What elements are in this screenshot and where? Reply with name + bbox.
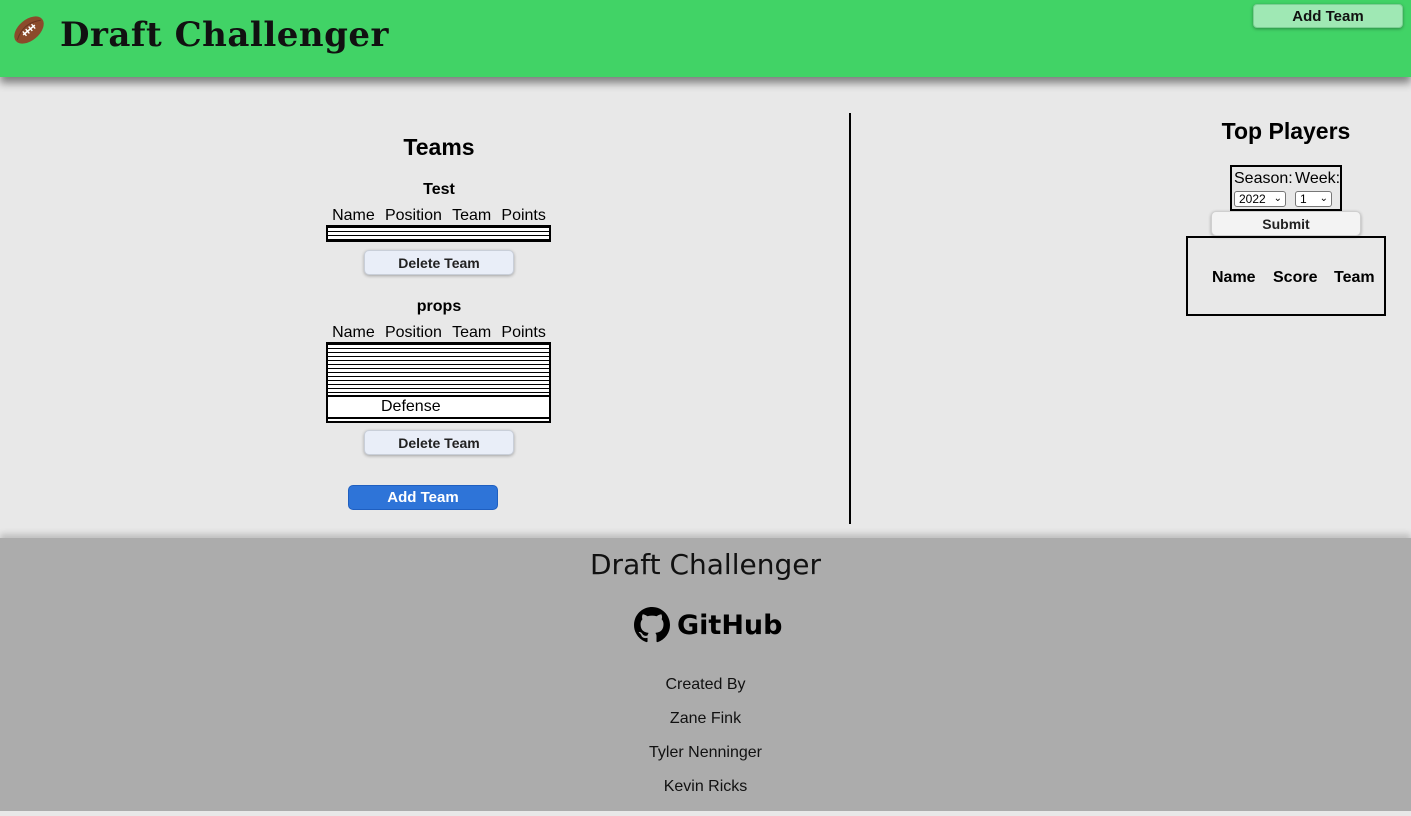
submit-button[interactable]: Submit — [1211, 211, 1361, 236]
top-players-heading: Top Players — [1221, 118, 1351, 144]
season-week-filter: Season: Week: 2022 ⌄ 1 ⌄ — [1230, 165, 1342, 211]
column-header-team: Team — [452, 207, 492, 224]
header-add-team-button[interactable]: Add Team — [1253, 4, 1403, 28]
github-wordmark: GitHub — [677, 609, 783, 641]
column-header-name: Name — [332, 207, 375, 224]
week-select[interactable]: 1 ⌄ — [1295, 191, 1332, 207]
column-divider — [849, 113, 851, 524]
app-footer: Draft Challenger GitHub Created By Zane … — [0, 538, 1411, 811]
app-title: Draft Challenger — [60, 15, 389, 55]
team-roster-table: Defense — [326, 342, 551, 423]
week-label: Week: — [1295, 170, 1341, 187]
chevron-down-icon: ⌄ — [1319, 193, 1328, 204]
column-header-name: Name — [1212, 269, 1256, 286]
credit-name: Kevin Ricks — [663, 778, 748, 795]
roster-position-cell: Defense — [381, 398, 441, 415]
column-header-score: Score — [1273, 269, 1318, 286]
delete-team-button[interactable]: Delete Team — [364, 430, 514, 455]
team-column-headers: Name Position Team Points — [327, 207, 551, 225]
top-players-table: Name Score Team — [1186, 236, 1386, 316]
season-label: Season: — [1234, 170, 1293, 187]
roster-empty-rows — [328, 227, 549, 240]
footer-title: Draft Challenger — [590, 548, 821, 581]
season-select[interactable]: 2022 ⌄ — [1234, 191, 1286, 207]
credit-name: Zane Fink — [669, 710, 742, 727]
roster-empty-rows — [328, 344, 549, 395]
column-header-name: Name — [332, 324, 375, 341]
credit-name: Tyler Nenninger — [649, 744, 762, 761]
football-icon — [14, 16, 44, 44]
column-header-position: Position — [384, 324, 442, 341]
column-header-position: Position — [384, 207, 442, 224]
team-column-headers: Name Position Team Points — [327, 324, 551, 342]
github-icon — [634, 607, 670, 643]
team-roster-table — [326, 225, 551, 242]
delete-team-button[interactable]: Delete Team — [364, 250, 514, 275]
column-header-team: Team — [1334, 269, 1375, 286]
column-header-points: Points — [501, 324, 546, 341]
credits-heading: Created By — [665, 676, 746, 693]
team-name-props: props — [416, 298, 462, 315]
page-bottom-strip — [0, 811, 1411, 816]
add-team-button[interactable]: Add Team — [348, 485, 498, 510]
github-link[interactable]: GitHub — [633, 607, 782, 643]
table-row: Defense — [328, 395, 549, 417]
season-select-value: 2022 — [1239, 192, 1266, 206]
app-header: Draft Challenger Add Team — [0, 0, 1411, 77]
teams-heading: Teams — [403, 134, 475, 160]
column-header-team: Team — [452, 324, 492, 341]
team-name-test: Test — [423, 181, 455, 198]
column-header-points: Points — [501, 207, 546, 224]
roster-empty-row — [328, 417, 549, 421]
week-select-value: 1 — [1300, 192, 1307, 206]
chevron-down-icon: ⌄ — [1273, 193, 1282, 204]
